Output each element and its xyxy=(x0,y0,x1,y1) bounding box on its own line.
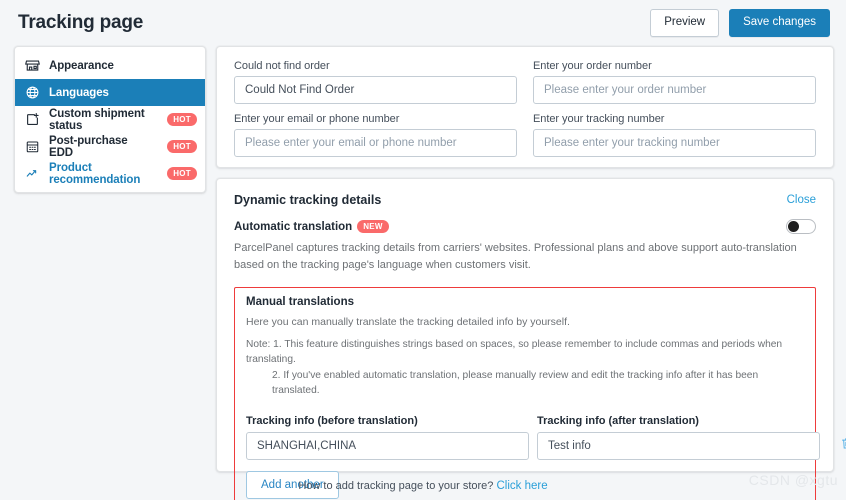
header-actions: Preview Save changes xyxy=(650,9,830,37)
sidebar-item-label: Product recommendation xyxy=(49,161,141,186)
automatic-translation-toggle[interactable] xyxy=(786,219,816,234)
field-email-or-phone: Enter your email or phone number Please … xyxy=(234,113,517,157)
close-link[interactable]: Close xyxy=(787,194,816,206)
save-changes-button[interactable]: Save changes xyxy=(729,9,830,37)
before-translation-label: Tracking info (before translation) xyxy=(246,415,418,428)
after-translation-label: Tracking info (after translation) xyxy=(537,415,699,428)
sidebar-item-label: Post-purchase EDD xyxy=(49,134,128,159)
field-label: Enter your email or phone number xyxy=(234,113,400,125)
store-icon xyxy=(25,58,40,73)
new-badge: NEW xyxy=(357,220,389,233)
delete-translation-button[interactable] xyxy=(834,432,846,460)
sidebar-item-product-recommendation[interactable]: Product recommendation HOT xyxy=(15,160,205,187)
field-order-number: Enter your order number Please enter you… xyxy=(533,60,816,104)
tracking-number-input[interactable]: Please enter your tracking number xyxy=(533,129,816,157)
sidebar-nav: Appearance Languages Custom shipment sta… xyxy=(14,46,206,193)
dynamic-section-title: Dynamic tracking details xyxy=(234,193,382,207)
before-translation-input[interactable]: SHANGHAI,CHINA xyxy=(246,432,529,461)
status-badge: HOT xyxy=(167,113,197,126)
field-label: Enter your order number xyxy=(533,60,652,72)
trash-icon xyxy=(840,436,846,456)
add-box-icon xyxy=(25,112,40,127)
tracking-page-screen: Tracking page Preview Save changes Appea… xyxy=(0,0,846,500)
automatic-translation-label-group: Automatic translation NEW xyxy=(234,220,389,233)
field-label: Could not find order xyxy=(234,60,330,72)
manual-translations-title: Manual translations xyxy=(246,296,354,309)
field-label: Enter your tracking number xyxy=(533,113,665,125)
status-badge: HOT xyxy=(167,167,197,180)
footer-text: How to add tracking page to your store? xyxy=(298,480,494,492)
manual-translations-subtitle: Here you can manually translate the trac… xyxy=(246,316,570,329)
sidebar-item-custom-shipment-status[interactable]: Custom shipment status HOT xyxy=(15,106,205,133)
sidebar-item-languages[interactable]: Languages xyxy=(15,79,205,106)
automatic-translation-row: Automatic translation NEW xyxy=(234,219,816,234)
tracking-page-fields-card: Could not find order Could Not Find Orde… xyxy=(216,46,834,168)
dynamic-section-header: Dynamic tracking details Close xyxy=(234,193,816,207)
watermark: CSDN @xgtu xyxy=(748,472,838,488)
email-or-phone-input[interactable]: Please enter your email or phone number xyxy=(234,129,517,157)
toggle-knob xyxy=(788,221,799,232)
status-badge: HOT xyxy=(167,140,197,153)
footer: How to add tracking page to your store? … xyxy=(0,480,846,492)
automatic-translation-description: ParcelPanel captures tracking details fr… xyxy=(234,242,797,272)
field-could-not-find-order: Could not find order Could Not Find Orde… xyxy=(234,60,517,104)
page-title: Tracking page xyxy=(18,12,144,33)
sidebar-item-post-purchase-edd[interactable]: Post-purchase EDD HOT xyxy=(15,133,205,160)
footer-click-here-link[interactable]: Click here xyxy=(496,480,547,492)
manual-note-1: Note: 1. This feature distinguishes stri… xyxy=(246,339,783,366)
calendar-icon xyxy=(25,139,40,154)
sidebar-item-label: Appearance xyxy=(49,59,114,72)
globe-icon xyxy=(25,85,40,100)
dynamic-tracking-details-card: Dynamic tracking details Close Automatic… xyxy=(216,178,846,500)
sidebar-item-label: Languages xyxy=(49,86,109,99)
preview-button[interactable]: Preview xyxy=(650,9,720,37)
after-translation-input[interactable]: Test info xyxy=(537,432,820,461)
sidebar-item-label: Custom shipment status xyxy=(49,107,145,132)
automatic-translation-label: Automatic translation xyxy=(234,220,353,233)
trending-up-icon xyxy=(25,166,40,181)
fields-grid: Could not find order Could Not Find Orde… xyxy=(234,60,816,157)
order-number-input[interactable]: Please enter your order number xyxy=(533,76,816,104)
after-translation-group: Tracking info (after translation) Test i… xyxy=(537,415,820,461)
page-header: Tracking page Preview Save changes xyxy=(0,0,846,46)
field-tracking-number: Enter your tracking number Please enter … xyxy=(533,113,816,157)
manual-note-2: 2. If you've enabled automatic translati… xyxy=(272,369,759,396)
translation-row: Tracking info (before translation) SHANG… xyxy=(246,415,846,461)
sidebar-item-appearance[interactable]: Appearance xyxy=(15,52,205,79)
before-translation-group: Tracking info (before translation) SHANG… xyxy=(246,415,529,461)
manual-translations-section: Manual translations Here you can manuall… xyxy=(234,287,846,500)
could-not-find-order-input[interactable]: Could Not Find Order xyxy=(234,76,517,104)
